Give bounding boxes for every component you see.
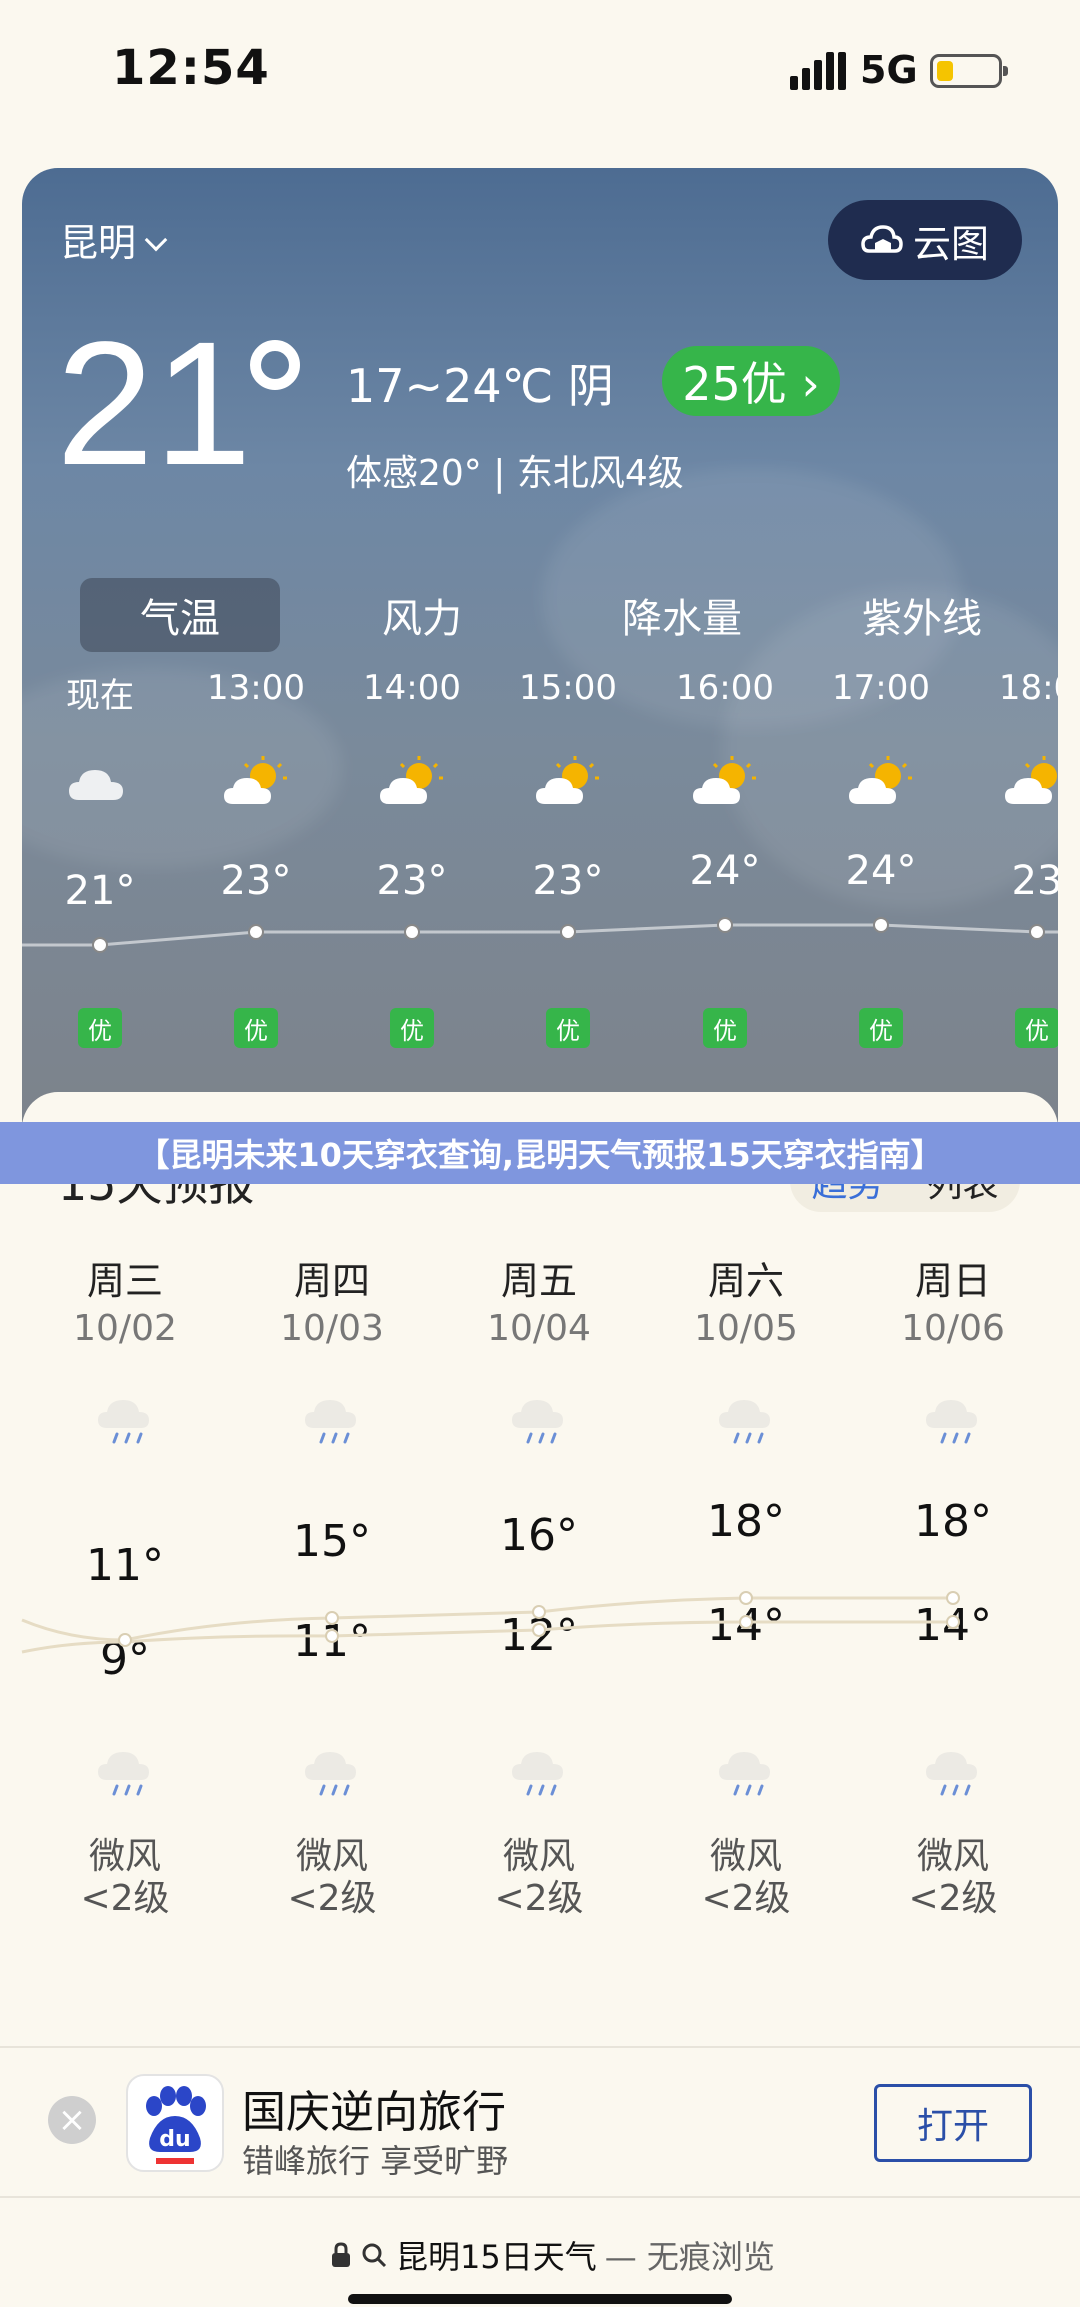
light-rain-icon	[98, 1400, 149, 1444]
wind-level: <2级	[287, 1878, 377, 1919]
ad-banner[interactable]: × du 国庆逆向旅行 错峰旅行 享受旷野 打开	[0, 2046, 1080, 2196]
network-type: 5G	[860, 48, 918, 92]
ad-title: 国庆逆向旅行	[242, 2087, 506, 2138]
private-mode-label: — 无痕浏览	[604, 2238, 775, 2276]
light-rain-icon	[719, 1400, 770, 1444]
weather-card: 昆明 云图 21 17~24℃ 阴 25优 › 体感20° | 东北风4级 气温…	[22, 168, 1058, 1168]
day-name: 周六	[707, 1259, 784, 1303]
wind-desc: 微风	[502, 1836, 575, 1877]
day-date: 10/05	[694, 1308, 798, 1349]
wind-desc: 微风	[709, 1836, 782, 1877]
day-date: 10/03	[280, 1308, 384, 1349]
high-temp: 16°	[500, 1510, 578, 1561]
close-icon[interactable]: ×	[48, 2096, 96, 2144]
search-icon	[362, 2243, 387, 2268]
light-rain-icon	[926, 1752, 977, 1796]
high-temp: 15°	[293, 1516, 371, 1567]
ad-subtitle: 错峰旅行 享受旷野	[242, 2142, 509, 2180]
battery-icon	[930, 54, 1008, 88]
browser-address-bar[interactable]: 昆明15日天气 — 无痕浏览	[0, 2196, 1080, 2307]
search-query: 昆明15日天气	[396, 2238, 597, 2276]
low-temp: 11°	[293, 1616, 371, 1667]
low-temp: 14°	[914, 1600, 992, 1651]
day-name: 周日	[914, 1259, 991, 1303]
light-rain-icon	[512, 1400, 563, 1444]
light-rain-icon	[719, 1752, 770, 1796]
low-temp: 9°	[100, 1634, 150, 1685]
overlay-banner: 【昆明未来10天穿衣查询,昆明天气预报15天穿衣指南】	[0, 1122, 1080, 1184]
day-date: 10/04	[487, 1308, 591, 1349]
home-indicator[interactable]	[348, 2294, 732, 2304]
low-temp: 14°	[707, 1600, 785, 1651]
light-rain-icon	[305, 1400, 356, 1444]
svg-text:du: du	[159, 2127, 190, 2152]
high-temp: 18°	[707, 1496, 785, 1547]
wind-desc: 微风	[295, 1836, 368, 1877]
day-name: 周三	[86, 1259, 163, 1303]
light-rain-icon	[926, 1400, 977, 1444]
low-temp: 12°	[500, 1610, 578, 1661]
forecast-panel	[22, 1092, 1058, 2092]
light-rain-icon	[305, 1752, 356, 1796]
wind-level: <2级	[494, 1878, 584, 1919]
ad-open-button[interactable]: 打开	[874, 2084, 1032, 2162]
light-rain-icon	[512, 1752, 563, 1796]
wind-desc: 微风	[88, 1836, 161, 1877]
hourly-temp-curve	[22, 917, 1058, 953]
high-temp: 11°	[86, 1540, 164, 1591]
day-date: 10/06	[901, 1308, 1005, 1349]
signal-icon	[790, 52, 846, 90]
wind-level: <2级	[908, 1878, 998, 1919]
light-rain-icon	[98, 1752, 149, 1796]
status-bar: 12:54 5G	[0, 0, 1080, 150]
high-temp: 18°	[914, 1496, 992, 1547]
baidu-logo: du	[126, 2074, 224, 2172]
lock-icon	[332, 2242, 350, 2267]
day-name: 周四	[293, 1259, 370, 1303]
status-time: 12:54	[112, 40, 270, 96]
wind-level: <2级	[701, 1878, 791, 1919]
wind-level: <2级	[80, 1878, 170, 1919]
day-date: 10/02	[73, 1308, 177, 1349]
day-name: 周五	[500, 1259, 577, 1303]
wind-desc: 微风	[916, 1836, 989, 1877]
